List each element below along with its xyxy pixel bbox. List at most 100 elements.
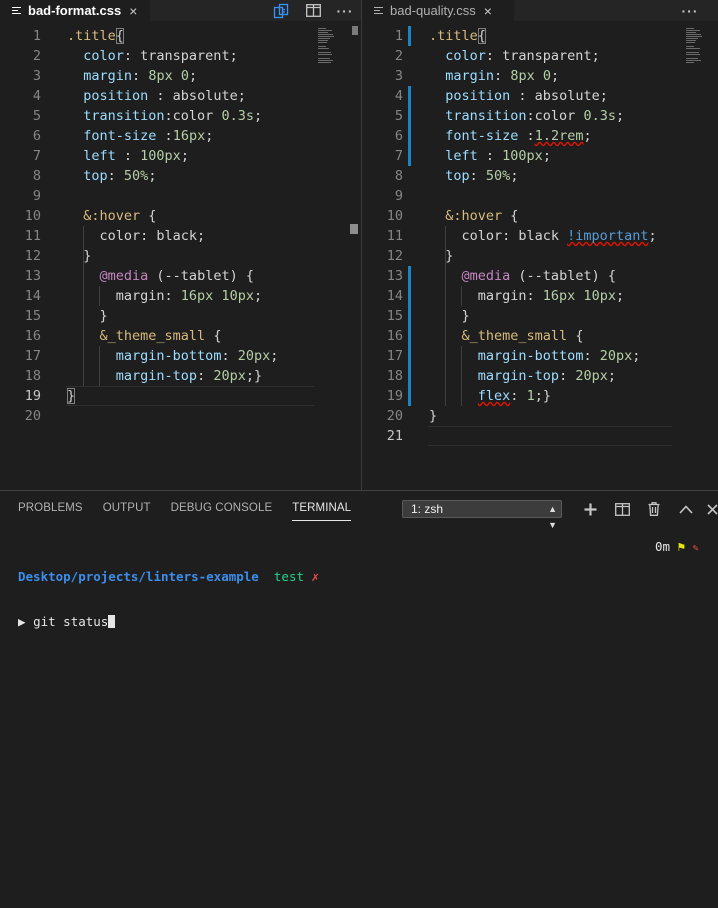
line-number[interactable]: 19 <box>362 386 403 406</box>
maximize-panel-icon[interactable] <box>670 498 702 520</box>
code-line[interactable]: 11 color: black !important; <box>362 226 718 246</box>
line-number[interactable]: 20 <box>0 406 41 426</box>
code-area-right[interactable]: 1 .title{2 color: transparent; 3 margin: 8… <box>362 26 718 446</box>
split-editor-icon[interactable] <box>297 0 329 21</box>
terminal-output[interactable]: Desktop/projects/linters-example test ✗ … <box>18 539 319 659</box>
code-line[interactable]: 11 color: black; <box>0 226 361 246</box>
code-line[interactable]: 19 flex: 1;} <box>362 386 718 406</box>
more-actions-icon[interactable]: ··· <box>674 0 706 21</box>
code-line[interactable]: 13 @media (--tablet) { <box>362 266 718 286</box>
split-terminal-icon[interactable] <box>606 498 638 520</box>
git-modified-marker[interactable] <box>408 146 411 166</box>
line-number[interactable]: 13 <box>362 266 403 286</box>
code-line[interactable]: 2 color: transparent; <box>0 46 361 66</box>
line-number[interactable]: 1 <box>0 26 41 46</box>
code-line[interactable]: 10 &:hover { <box>0 206 361 226</box>
line-number[interactable]: 17 <box>362 346 403 366</box>
line-number[interactable]: 14 <box>0 286 41 306</box>
code-line[interactable]: 6 font-size :16px; <box>0 126 361 146</box>
tab-problems[interactable]: PROBLEMS <box>18 502 83 521</box>
code-line[interactable]: 18 margin-top: 20px;} <box>0 366 361 386</box>
line-number[interactable]: 11 <box>362 226 403 246</box>
code-line[interactable]: 14 margin: 16px 10px; <box>362 286 718 306</box>
line-number[interactable]: 2 <box>362 46 403 66</box>
code-line[interactable]: 8 top: 50%; <box>362 166 718 186</box>
line-number[interactable]: 13 <box>0 266 41 286</box>
code-line[interactable]: 12 } <box>362 246 718 266</box>
code-line[interactable]: 16 &_theme_small { <box>362 326 718 346</box>
line-number[interactable]: 10 <box>0 206 41 226</box>
git-modified-marker[interactable] <box>408 266 411 286</box>
terminal-select[interactable]: 1: zsh ▲ ▼ <box>402 500 562 530</box>
code-line[interactable]: 10 &:hover { <box>362 206 718 226</box>
line-number[interactable]: 21 <box>362 426 403 446</box>
line-number[interactable]: 20 <box>362 406 403 426</box>
minimap-right[interactable] <box>686 28 706 64</box>
code-line[interactable]: 8 top: 50%; <box>0 166 361 186</box>
git-modified-marker[interactable] <box>408 306 411 326</box>
line-number[interactable]: 3 <box>0 66 41 86</box>
code-line[interactable]: 17 margin-bottom: 20px; <box>362 346 718 366</box>
git-modified-marker[interactable] <box>408 366 411 386</box>
tab-bad-quality[interactable]: bad-quality.css × <box>362 0 514 21</box>
tab-debug-console[interactable]: DEBUG CONSOLE <box>171 502 273 521</box>
code-line[interactable]: 2 color: transparent; <box>362 46 718 66</box>
code-line[interactable]: 9 <box>0 186 361 206</box>
git-modified-marker[interactable] <box>408 286 411 306</box>
line-number[interactable]: 3 <box>362 66 403 86</box>
close-icon[interactable]: × <box>129 3 137 19</box>
tab-output[interactable]: OUTPUT <box>103 502 151 521</box>
code-line[interactable]: 17 margin-bottom: 20px; <box>0 346 361 366</box>
tab-bad-format[interactable]: bad-format.css × <box>0 0 150 21</box>
code-line[interactable]: 14 margin: 16px 10px; <box>0 286 361 306</box>
code-area-left[interactable]: 1 .title{2 color: transparent; 3 margin: 8… <box>0 26 361 426</box>
trash-icon[interactable] <box>638 498 670 520</box>
scrollbar-thumb[interactable] <box>352 26 358 35</box>
code-line[interactable]: 19} <box>0 386 361 406</box>
line-number[interactable]: 12 <box>0 246 41 266</box>
line-number[interactable]: 6 <box>362 126 403 146</box>
line-number[interactable]: 7 <box>362 146 403 166</box>
line-number[interactable]: 5 <box>362 106 403 126</box>
line-number[interactable]: 1 <box>362 26 403 46</box>
line-number[interactable]: 14 <box>362 286 403 306</box>
line-number[interactable]: 15 <box>0 306 41 326</box>
git-modified-marker[interactable] <box>408 386 411 406</box>
code-line[interactable]: 1 .title{ <box>362 26 718 46</box>
git-modified-marker[interactable] <box>408 26 411 46</box>
code-line[interactable]: 18 margin-top: 20px; <box>362 366 718 386</box>
git-modified-marker[interactable] <box>408 126 411 146</box>
line-number[interactable]: 15 <box>362 306 403 326</box>
git-modified-marker[interactable] <box>408 106 411 126</box>
line-number[interactable]: 8 <box>362 166 403 186</box>
line-number[interactable]: 8 <box>0 166 41 186</box>
line-number[interactable]: 9 <box>362 186 403 206</box>
code-line[interactable]: 4 position : absolute; <box>0 86 361 106</box>
line-number[interactable]: 5 <box>0 106 41 126</box>
code-line[interactable]: 12 } <box>0 246 361 266</box>
code-line[interactable]: 5 transition:color 0.3s; <box>0 106 361 126</box>
minimap-left[interactable] <box>318 28 338 64</box>
line-number[interactable]: 16 <box>362 326 403 346</box>
code-line[interactable]: 15 } <box>362 306 718 326</box>
code-line[interactable]: 9 <box>362 186 718 206</box>
line-number[interactable]: 6 <box>0 126 41 146</box>
code-line[interactable]: 3 margin: 8px 0; <box>362 66 718 86</box>
more-actions-icon[interactable]: ··· <box>329 0 361 21</box>
code-line[interactable]: 1 .title{ <box>0 26 361 46</box>
code-line[interactable]: 7 left : 100px; <box>0 146 361 166</box>
line-number[interactable]: 10 <box>362 206 403 226</box>
git-modified-marker[interactable] <box>408 86 411 106</box>
code-line[interactable]: 3 margin: 8px 0; <box>0 66 361 86</box>
line-number[interactable]: 19 <box>0 386 41 406</box>
code-line[interactable]: 15 } <box>0 306 361 326</box>
code-line[interactable]: 16 &_theme_small { <box>0 326 361 346</box>
line-number[interactable]: 17 <box>0 346 41 366</box>
tab-terminal[interactable]: TERMINAL <box>292 502 352 521</box>
git-modified-marker[interactable] <box>408 326 411 346</box>
line-number[interactable]: 4 <box>0 86 41 106</box>
code-line[interactable]: 4 position : absolute; <box>362 86 718 106</box>
line-number[interactable]: 9 <box>0 186 41 206</box>
code-line[interactable]: 20 <box>0 406 361 426</box>
line-number[interactable]: 18 <box>362 366 403 386</box>
